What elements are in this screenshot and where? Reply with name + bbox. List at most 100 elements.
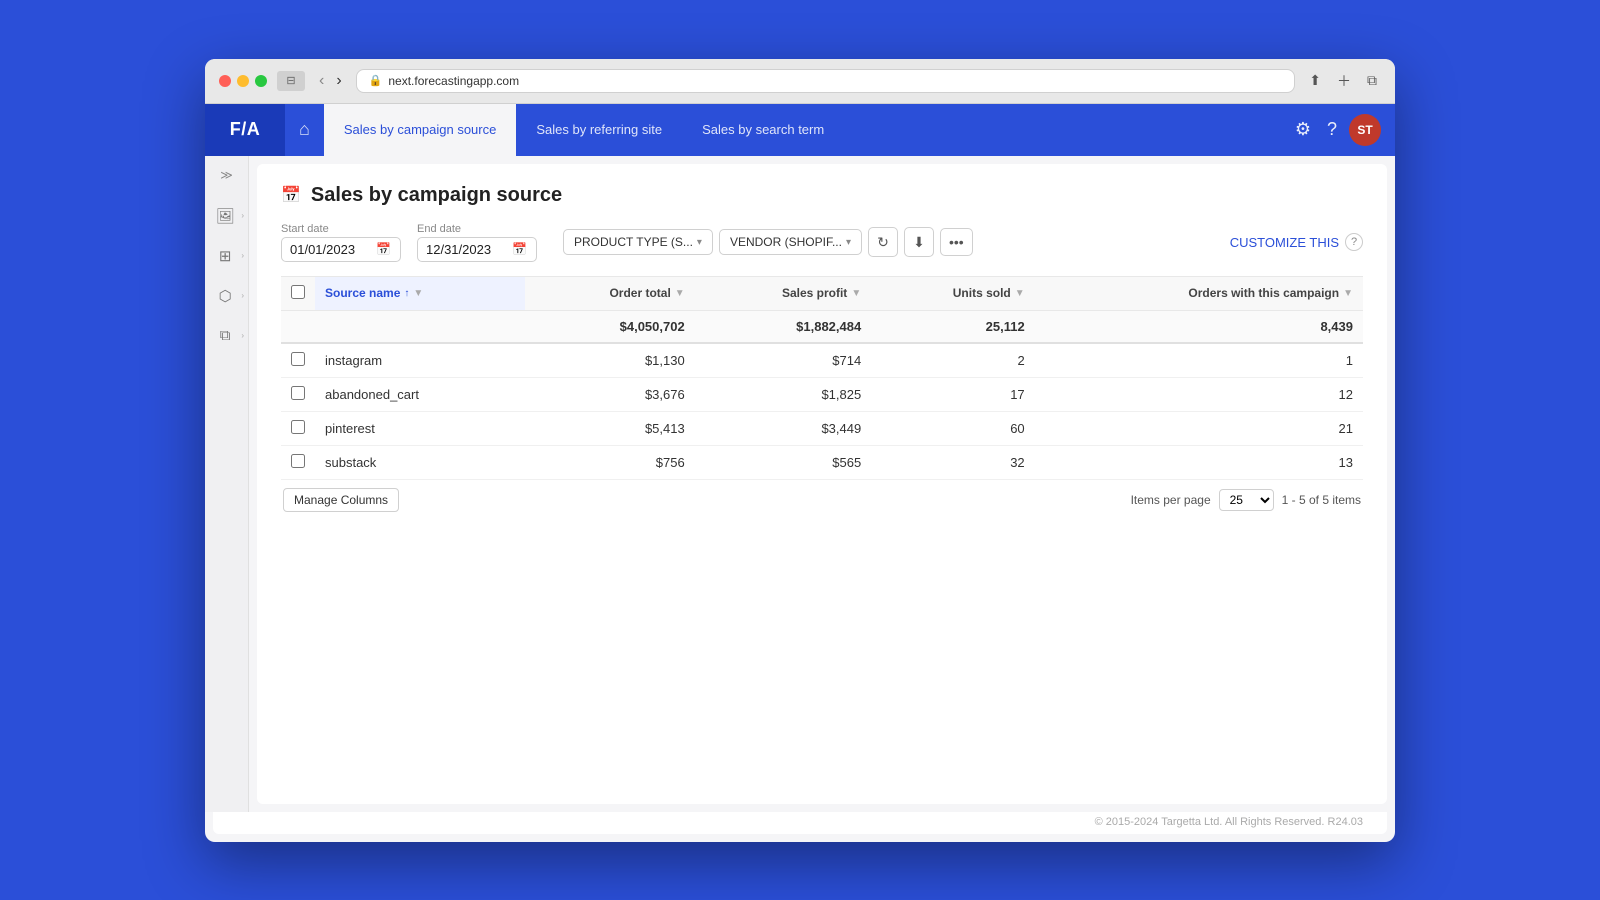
units-sold-label: Units sold xyxy=(953,286,1011,300)
manage-columns-button[interactable]: Manage Columns xyxy=(283,488,399,512)
col-orders-campaign[interactable]: Orders with this campaign ▼ xyxy=(1035,276,1363,310)
lock-icon: 🔒 xyxy=(369,74,383,87)
help-icon[interactable]: ? xyxy=(1323,115,1341,144)
customize-help-icon[interactable]: ? xyxy=(1345,233,1363,251)
row-order-total-0: $1,130 xyxy=(525,343,694,378)
box-icon[interactable]: ⬡ xyxy=(209,280,241,312)
table-footer: Manage Columns Items per page 25 50 100 … xyxy=(281,488,1363,512)
maximize-button[interactable] xyxy=(255,75,267,87)
forward-button[interactable]: › xyxy=(332,72,345,90)
start-date-input-wrap[interactable]: 📅 xyxy=(281,237,401,262)
summary-source-name xyxy=(315,310,525,343)
start-date-label: Start date xyxy=(281,223,401,235)
vendor-chevron: ▾ xyxy=(846,237,851,248)
row-checkbox-0[interactable] xyxy=(291,352,305,366)
photos-icon[interactable]: 🖼 xyxy=(209,200,241,232)
table-row: pinterest $5,413 $3,449 60 21 xyxy=(281,411,1363,445)
vendor-filter[interactable]: VENDOR (SHOPIF... ▾ xyxy=(719,229,862,255)
home-button[interactable]: ⌂ xyxy=(285,104,324,156)
col-order-total[interactable]: Order total ▼ xyxy=(525,276,694,310)
table-row: substack $756 $565 32 13 xyxy=(281,445,1363,479)
row-checkbox-cell-1[interactable] xyxy=(281,377,315,411)
data-table: Source name ↑ ▼ Order total ▼ xyxy=(281,276,1363,480)
share-button[interactable]: ⬆ xyxy=(1305,69,1325,93)
select-all-checkbox[interactable] xyxy=(291,285,305,299)
sidebar-expand-button[interactable]: ≫ xyxy=(216,164,237,186)
product-type-filter[interactable]: PRODUCT TYPE (S... ▾ xyxy=(563,229,713,255)
address-bar[interactable]: 🔒 next.forecastingapp.com xyxy=(356,69,1296,93)
items-per-page-select[interactable]: 25 50 100 xyxy=(1219,489,1274,511)
row-checkbox-1[interactable] xyxy=(291,386,305,400)
sales-profit-label: Sales profit xyxy=(782,286,847,300)
minimize-button[interactable] xyxy=(237,75,249,87)
layers-icon[interactable]: ⊞ xyxy=(209,240,241,272)
col-sales-profit[interactable]: Sales profit ▼ xyxy=(695,276,872,310)
new-tab-button[interactable]: ＋ xyxy=(1333,69,1355,93)
row-sales-profit-1: $1,825 xyxy=(695,377,872,411)
row-sales-profit-0: $714 xyxy=(695,343,872,378)
back-button[interactable]: ‹ xyxy=(315,72,328,90)
row-units-sold-2: 60 xyxy=(871,411,1034,445)
sidebar-item-box[interactable]: ⬡ › xyxy=(205,278,248,314)
page-title: Sales by campaign source xyxy=(311,184,562,207)
row-units-sold-3: 32 xyxy=(871,445,1034,479)
order-total-filter-icon[interactable]: ▼ xyxy=(675,288,685,299)
units-sold-filter-icon[interactable]: ▼ xyxy=(1015,288,1025,299)
row-units-sold-1: 17 xyxy=(871,377,1034,411)
end-date-input[interactable] xyxy=(426,242,506,257)
more-options-button[interactable]: ••• xyxy=(940,228,973,256)
row-checkbox-cell-0[interactable] xyxy=(281,343,315,378)
end-date-calendar-icon[interactable]: 📅 xyxy=(512,242,527,256)
tab-search-term[interactable]: Sales by search term xyxy=(682,104,844,156)
avatar[interactable]: ST xyxy=(1349,114,1381,146)
row-checkbox-2[interactable] xyxy=(291,420,305,434)
page-range: 1 - 5 of 5 items xyxy=(1282,493,1361,507)
tab-referring-site[interactable]: Sales by referring site xyxy=(516,104,682,156)
page-calendar-icon: 📅 xyxy=(281,185,301,205)
page-header: 📅 Sales by campaign source xyxy=(281,184,1363,207)
start-date-input[interactable] xyxy=(290,242,370,257)
row-orders-campaign-2: 21 xyxy=(1035,411,1363,445)
summary-sales-profit: $1,882,484 xyxy=(695,310,872,343)
footer-text: © 2015-2024 Targetta Ltd. All Rights Res… xyxy=(1095,816,1363,828)
sidebar-item-layers[interactable]: ⊞ › xyxy=(205,238,248,274)
copy-icon[interactable]: ⧉ xyxy=(209,320,241,352)
col-source-name[interactable]: Source name ↑ ▼ xyxy=(315,276,525,310)
orders-campaign-filter-icon[interactable]: ▼ xyxy=(1343,288,1353,299)
app-logo[interactable]: F/A xyxy=(205,104,285,156)
layers-chevron: › xyxy=(241,251,244,260)
customize-button[interactable]: CUSTOMIZE THIS xyxy=(1230,235,1339,250)
row-checkbox-cell-3[interactable] xyxy=(281,445,315,479)
sidebar-item-copy[interactable]: ⧉ › xyxy=(205,318,248,354)
row-source-name-3: substack xyxy=(315,445,525,479)
table-summary-row: $4,050,702 $1,882,484 25,112 8,439 xyxy=(281,310,1363,343)
sales-profit-filter-icon[interactable]: ▼ xyxy=(851,288,861,299)
tabs-button[interactable]: ⧉ xyxy=(1363,69,1381,93)
summary-orders-campaign: 8,439 xyxy=(1035,310,1363,343)
vendor-label: VENDOR (SHOPIF... xyxy=(730,235,842,249)
select-all-header[interactable] xyxy=(281,276,315,310)
sidebar-toggle-button[interactable]: ⊟ xyxy=(277,71,305,91)
refresh-button[interactable]: ↻ xyxy=(868,227,898,257)
source-name-filter-icon[interactable]: ▼ xyxy=(413,288,423,299)
filter-buttons: PRODUCT TYPE (S... ▾ VENDOR (SHOPIF... ▾… xyxy=(563,227,973,257)
row-checkbox-cell-2[interactable] xyxy=(281,411,315,445)
row-source-name-0: instagram xyxy=(315,343,525,378)
sidebar-item-photos[interactable]: 🖼 › xyxy=(205,198,248,234)
end-date-input-wrap[interactable]: 📅 xyxy=(417,237,537,262)
url-text: next.forecastingapp.com xyxy=(388,74,519,88)
browser-window: ⊟ ‹ › 🔒 next.forecastingapp.com ⬆ ＋ ⧉ F/… xyxy=(205,59,1395,842)
row-checkbox-3[interactable] xyxy=(291,454,305,468)
start-date-calendar-icon[interactable]: 📅 xyxy=(376,242,391,256)
customize-row: CUSTOMIZE THIS ? xyxy=(1230,233,1363,251)
main-content: ≫ 🖼 › ⊞ › ⬡ › ⧉ › 📅 Sales by cam xyxy=(205,156,1395,812)
nav-right: ⚙ ? ST xyxy=(1291,104,1395,156)
close-button[interactable] xyxy=(219,75,231,87)
download-button[interactable]: ⬇ xyxy=(904,227,934,257)
nav-tabs: Sales by campaign source Sales by referr… xyxy=(324,104,1291,156)
tab-campaign-source[interactable]: Sales by campaign source xyxy=(324,104,516,156)
settings-icon[interactable]: ⚙ xyxy=(1291,115,1315,144)
summary-order-total: $4,050,702 xyxy=(525,310,694,343)
traffic-lights xyxy=(219,75,267,87)
col-units-sold[interactable]: Units sold ▼ xyxy=(871,276,1034,310)
